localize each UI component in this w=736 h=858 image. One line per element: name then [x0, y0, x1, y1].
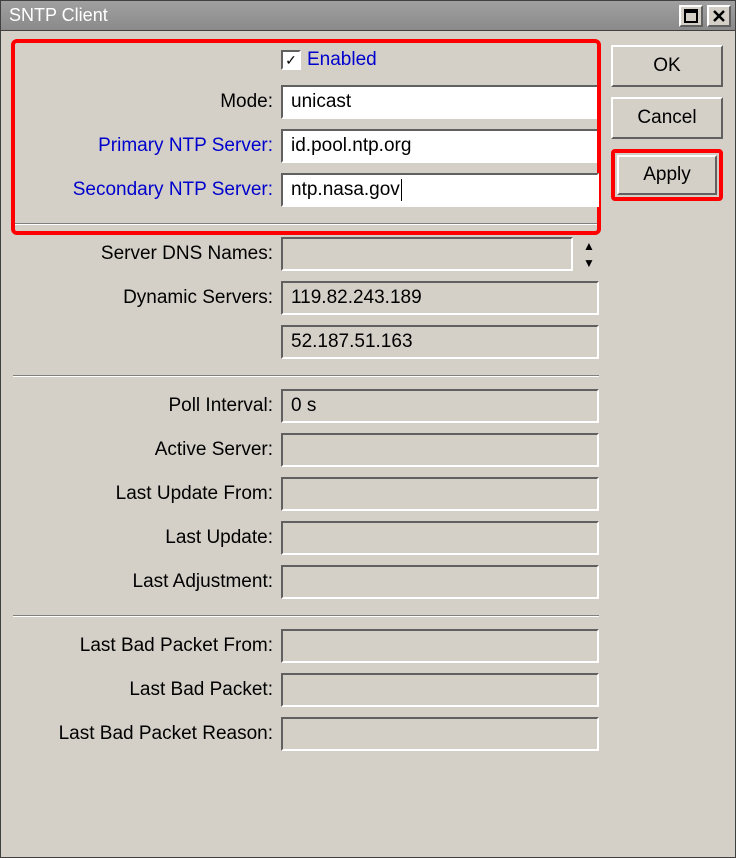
secondary-label: Secondary NTP Server: — [13, 179, 273, 201]
cancel-button[interactable]: Cancel — [611, 97, 723, 139]
chevron-up-icon: ▲ — [579, 237, 599, 254]
dynamic-row-2: 52.187.51.163 — [13, 325, 599, 359]
dynamic1-field: 119.82.243.189 — [281, 281, 599, 315]
last-bad-reason-label: Last Bad Packet Reason: — [13, 723, 273, 745]
last-update-label: Last Update: — [13, 527, 273, 549]
primary-row: Primary NTP Server: id.pool.ntp.org — [13, 129, 599, 163]
last-adj-field — [281, 565, 599, 599]
active-row: Active Server: — [13, 433, 599, 467]
last-update-from-label: Last Update From: — [13, 483, 273, 505]
last-adj-label: Last Adjustment: — [13, 571, 273, 593]
titlebar-controls — [679, 5, 731, 27]
dns-label: Server DNS Names: — [13, 243, 273, 265]
enabled-checkbox[interactable]: ✓ — [281, 50, 301, 70]
last-bad-label: Last Bad Packet: — [13, 679, 273, 701]
mode-input[interactable]: unicast — [281, 85, 599, 119]
ok-button[interactable]: OK — [611, 45, 723, 87]
last-update-row: Last Update: — [13, 521, 599, 555]
dns-row: Server DNS Names: ▲ ▼ — [13, 237, 599, 271]
enabled-row: ✓ Enabled — [281, 49, 599, 71]
last-bad-reason-field — [281, 717, 599, 751]
dynamic-row-1: Dynamic Servers: 119.82.243.189 — [13, 281, 599, 315]
primary-input[interactable]: id.pool.ntp.org — [281, 129, 599, 163]
last-bad-reason-row: Last Bad Packet Reason: — [13, 717, 599, 751]
last-update-field — [281, 521, 599, 555]
mode-label: Mode: — [13, 91, 273, 113]
active-field — [281, 433, 599, 467]
button-panel: OK Cancel Apply — [611, 41, 723, 847]
dns-spinner[interactable]: ▲ ▼ — [579, 237, 599, 271]
secondary-input[interactable]: ntp.nasa.gov — [281, 173, 599, 207]
last-bad-field — [281, 673, 599, 707]
apply-button[interactable]: Apply — [617, 155, 717, 195]
maximize-icon — [684, 9, 698, 23]
poll-field: 0 s — [281, 389, 599, 423]
last-update-from-field — [281, 477, 599, 511]
dynamic-label: Dynamic Servers: — [13, 287, 273, 309]
close-button[interactable] — [707, 5, 731, 27]
divider — [13, 375, 599, 377]
apply-highlight: Apply — [611, 149, 723, 201]
secondary-row: Secondary NTP Server: ntp.nasa.gov — [13, 173, 599, 207]
dynamic2-field: 52.187.51.163 — [281, 325, 599, 359]
poll-row: Poll Interval: 0 s — [13, 389, 599, 423]
close-icon — [712, 9, 726, 23]
last-bad-from-row: Last Bad Packet From: — [13, 629, 599, 663]
active-label: Active Server: — [13, 439, 273, 461]
titlebar: SNTP Client — [1, 1, 735, 31]
form: ✓ Enabled Mode: unicast Primary NTP Serv… — [13, 41, 599, 751]
last-adj-row: Last Adjustment: — [13, 565, 599, 599]
last-update-from-row: Last Update From: — [13, 477, 599, 511]
dns-field — [281, 237, 573, 271]
chevron-down-icon: ▼ — [579, 254, 599, 271]
form-panel: ✓ Enabled Mode: unicast Primary NTP Serv… — [13, 41, 599, 847]
last-bad-row: Last Bad Packet: — [13, 673, 599, 707]
poll-label: Poll Interval: — [13, 395, 273, 417]
maximize-button[interactable] — [679, 5, 703, 27]
last-bad-from-field — [281, 629, 599, 663]
divider — [13, 615, 599, 617]
divider — [13, 223, 599, 225]
mode-row: Mode: unicast — [13, 85, 599, 119]
primary-label: Primary NTP Server: — [13, 135, 273, 157]
window-title: SNTP Client — [9, 5, 108, 26]
window: SNTP Client ✓ Enabled Mode: unicast — [0, 0, 736, 858]
last-bad-from-label: Last Bad Packet From: — [13, 635, 273, 657]
content-area: ✓ Enabled Mode: unicast Primary NTP Serv… — [1, 31, 735, 857]
enabled-label: Enabled — [307, 49, 377, 71]
